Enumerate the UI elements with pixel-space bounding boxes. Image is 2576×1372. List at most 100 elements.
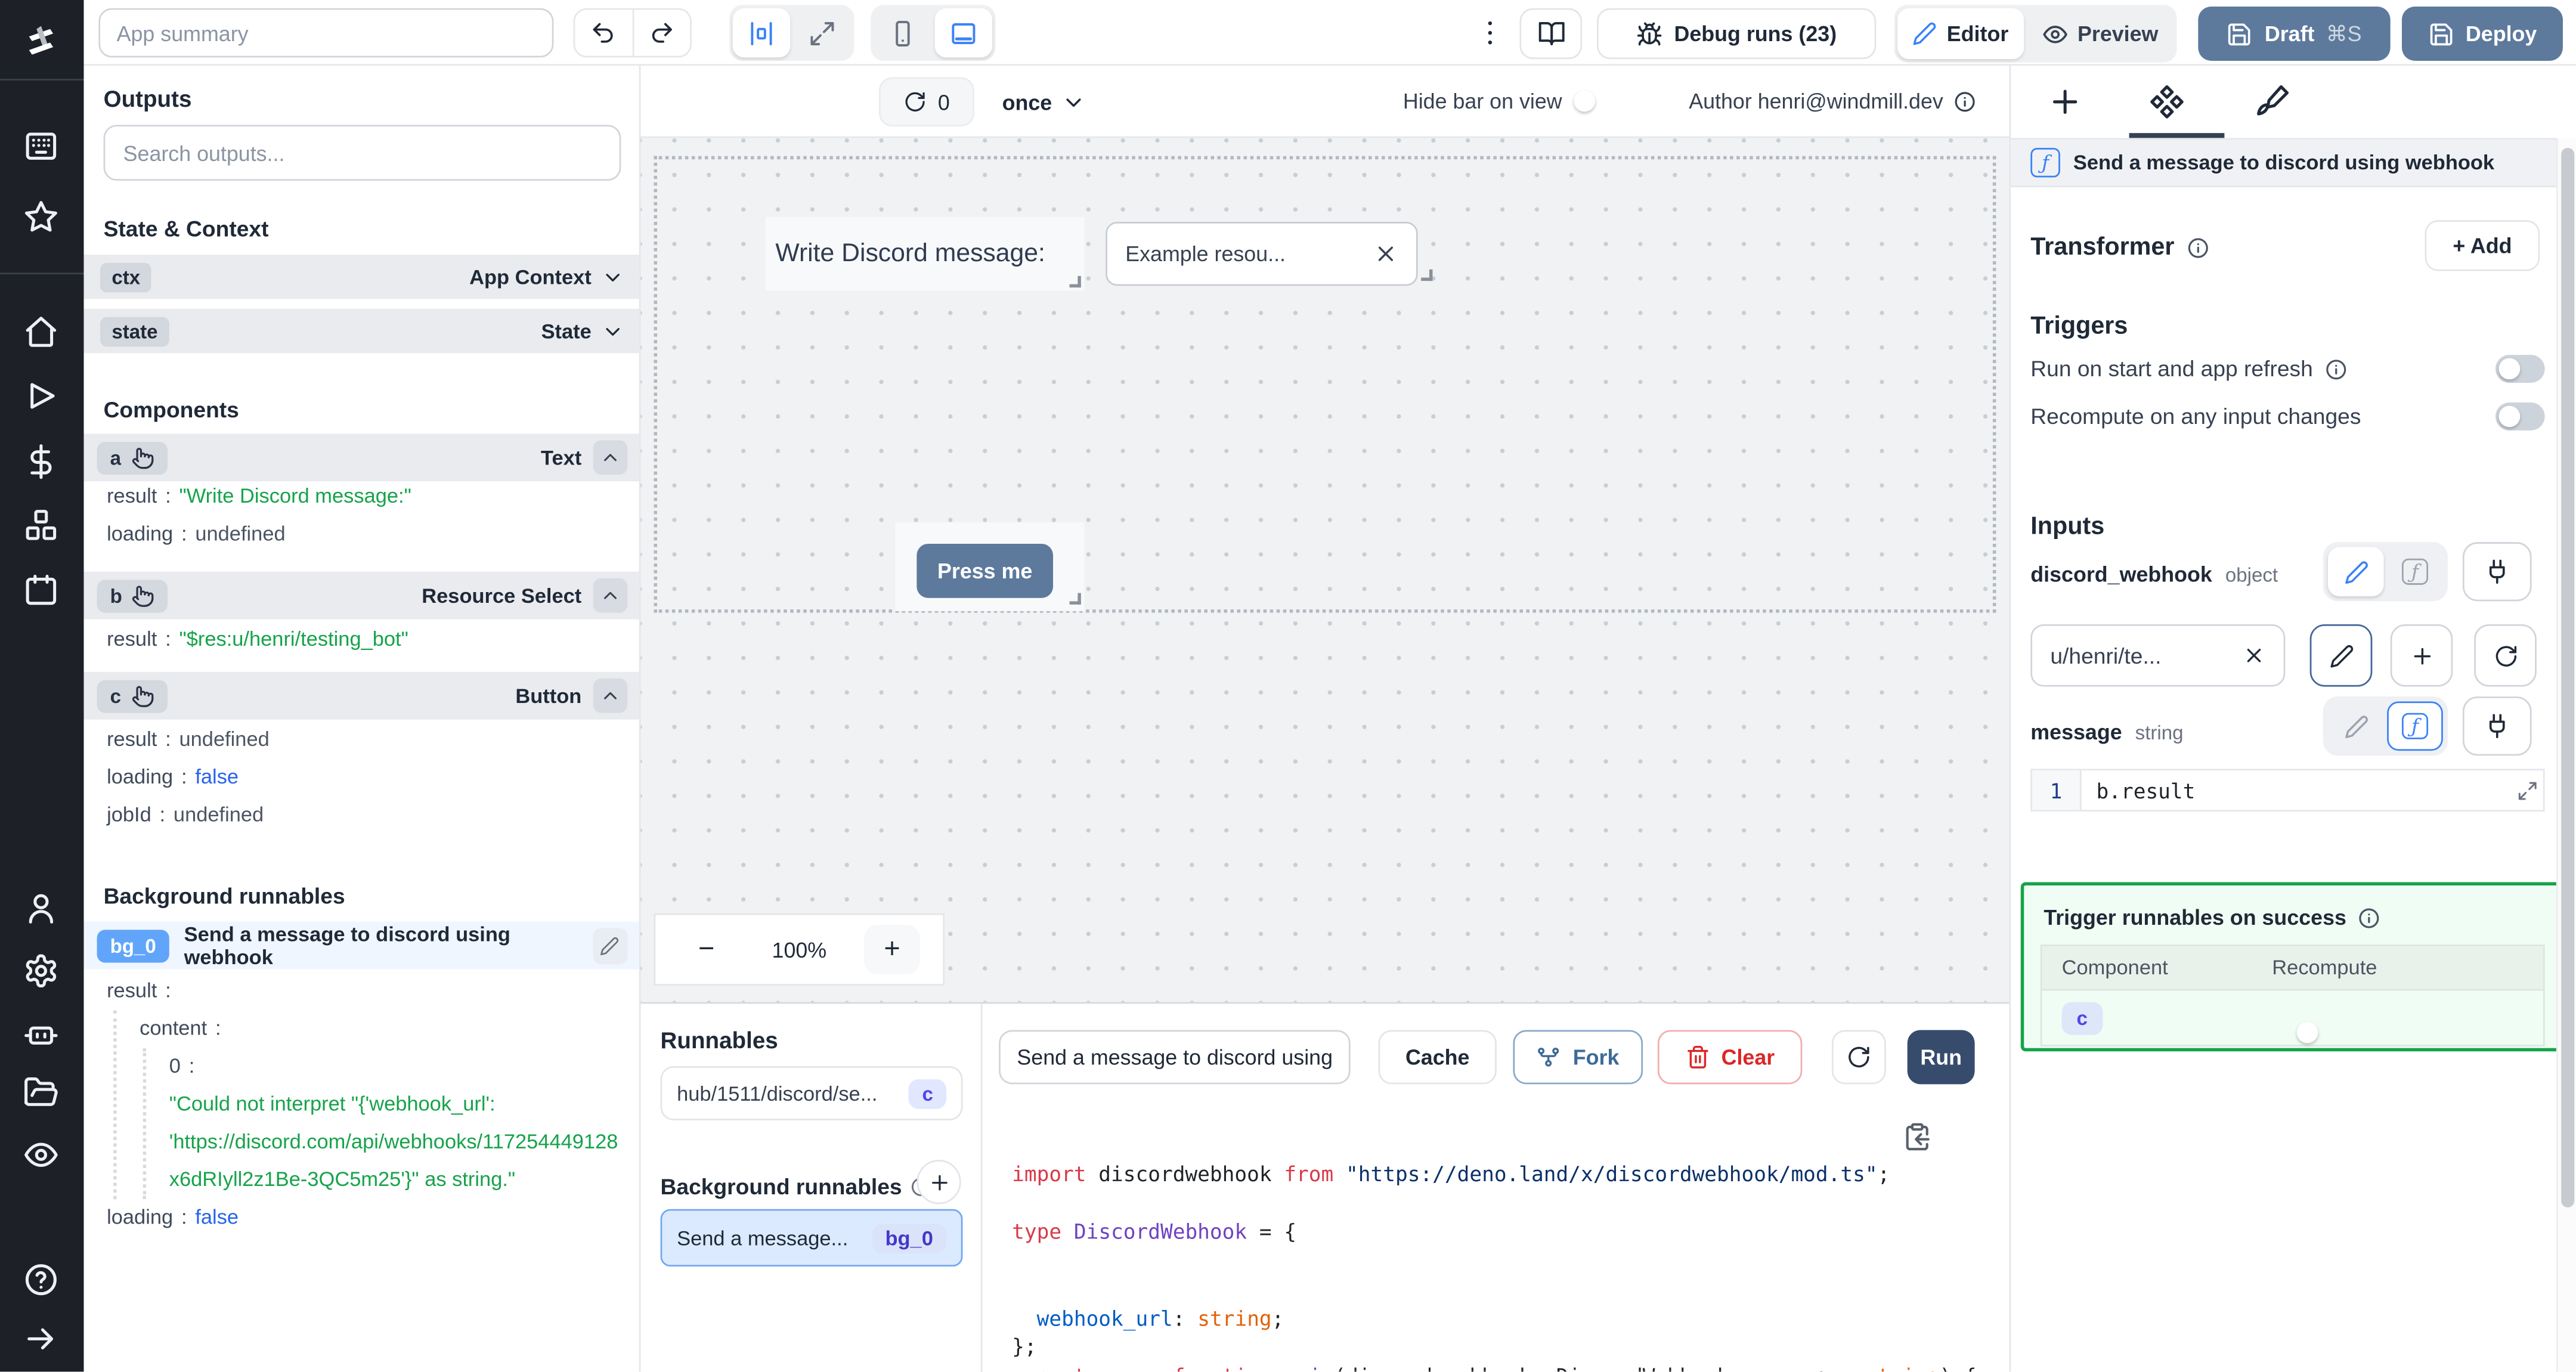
resources-boxes-icon[interactable]	[23, 507, 60, 544]
static-pencil-button[interactable]	[2328, 701, 2384, 751]
search-outputs-input[interactable]	[103, 125, 621, 181]
tab-preview[interactable]: Preview	[2027, 8, 2174, 59]
reload-code-button[interactable]	[1831, 1030, 1886, 1085]
plug-icon	[2484, 559, 2510, 585]
styling-brush-icon[interactable]	[2254, 84, 2290, 120]
collapse-button[interactable]	[593, 678, 628, 713]
more-menu-kebab-icon[interactable]	[1473, 15, 1506, 51]
canvas-text-component[interactable]: Write Discord message:	[765, 216, 1085, 291]
connect-plug-button[interactable]	[2462, 696, 2532, 756]
workers-robot-icon[interactable]	[23, 1015, 60, 1052]
resize-handle[interactable]	[1421, 269, 1433, 281]
copy-code-icon[interactable]	[1902, 1122, 1932, 1152]
debug-runs-button[interactable]: Debug runs (23)	[1596, 8, 1877, 60]
runnable-item[interactable]: hub/1511/discord/se... c	[660, 1066, 963, 1120]
eval-fn-button[interactable]: ƒ	[2387, 701, 2443, 751]
recompute-toggle[interactable]	[2495, 402, 2545, 431]
pointer-icon	[131, 684, 154, 707]
desktop-preview-button[interactable]	[934, 8, 993, 58]
favorites-star-icon[interactable]	[23, 199, 60, 235]
undo-button[interactable]	[575, 10, 631, 56]
user-icon[interactable]	[23, 890, 60, 927]
fullscreen-layout-button[interactable]	[794, 8, 851, 58]
clear-x-icon[interactable]	[1373, 241, 1398, 266]
schedules-calendar-icon[interactable]	[23, 572, 60, 608]
message-expression-editor[interactable]: 1 b.result	[2030, 769, 2545, 812]
refresh-count-button[interactable]: 0	[878, 77, 974, 127]
component-header-a[interactable]: a Text	[83, 433, 639, 482]
inspector-scrollbar[interactable]	[2556, 138, 2576, 1372]
background-runnables-heading: Background runnables	[661, 1175, 932, 1199]
chevron-down-icon	[601, 320, 624, 343]
resize-handle[interactable]	[1069, 275, 1081, 288]
bottom-panel: Runnables hub/1511/discord/se... c Backg…	[640, 1002, 2010, 1372]
refresh-resource-button[interactable]	[2474, 624, 2537, 687]
settings-gear-icon[interactable]	[23, 953, 60, 989]
code-editor-panel: Cache Fork Clear Run import discordwebho…	[983, 1004, 2010, 1372]
clear-resource-x-icon[interactable]	[2243, 644, 2266, 667]
deploy-button[interactable]: Deploy	[2401, 7, 2563, 61]
add-transformer-button[interactable]: + Add	[2425, 220, 2540, 271]
canvas-resource-select-component[interactable]: Example resou...	[1106, 221, 1433, 286]
eval-fn-button[interactable]: ƒ	[2387, 547, 2443, 596]
component-settings-icon[interactable]	[2149, 84, 2185, 120]
refresh-mode-dropdown[interactable]: once	[1002, 77, 1086, 126]
docs-book-button[interactable]	[1519, 8, 1583, 60]
app-summary-input[interactable]	[98, 8, 554, 58]
refresh-count: 0	[937, 89, 950, 114]
fork-button[interactable]: Fork	[1513, 1030, 1643, 1085]
run-button[interactable]: Run	[1907, 1030, 1975, 1085]
collapse-button[interactable]	[593, 578, 628, 613]
eye-icon	[2041, 20, 2067, 47]
component-header-c[interactable]: c Button	[83, 671, 639, 720]
resource-select[interactable]: u/henri/te...	[2030, 624, 2286, 687]
draft-save-button[interactable]: Draft ⌘S	[2198, 7, 2391, 61]
collapse-button[interactable]	[593, 440, 628, 475]
code-content[interactable]: import discordwebhook from "https://deno…	[1012, 1102, 2009, 1372]
zoom-in-button[interactable]: +	[864, 925, 920, 974]
clear-button[interactable]: Clear	[1657, 1030, 1803, 1085]
add-background-runnable-button[interactable]	[917, 1160, 961, 1204]
background-runnable-item-selected[interactable]: Send a message... bg_0	[660, 1209, 963, 1267]
canvas-press-me-button[interactable]: Press me	[917, 543, 1054, 598]
edit-pencil-icon[interactable]	[592, 927, 628, 964]
home-icon[interactable]	[23, 314, 60, 350]
connect-plug-button[interactable]	[2462, 542, 2532, 602]
fork-label: Fork	[1572, 1045, 1620, 1070]
mobile-preview-button[interactable]	[874, 8, 931, 58]
prop-line: result: "$res:u/henri/testing_bot"	[107, 627, 408, 651]
output-row-state[interactable]: state State	[83, 308, 639, 354]
resource-value: u/henri/te...	[2050, 643, 2162, 668]
cache-button[interactable]: Cache	[1378, 1030, 1497, 1085]
resize-handle[interactable]	[1069, 593, 1081, 605]
ctx-badge: ctx	[100, 262, 152, 292]
add-resource-button[interactable]	[2390, 624, 2453, 687]
expand-rail-arrow-icon[interactable]	[23, 1321, 60, 1357]
runnable-header[interactable]: ƒ Send a message to discord using webhoo…	[2011, 138, 2558, 188]
save-icon	[2428, 20, 2454, 47]
variables-dollar-icon[interactable]	[23, 444, 60, 480]
help-icon[interactable]	[23, 1262, 60, 1298]
redo-button[interactable]	[631, 10, 690, 56]
runs-play-icon[interactable]	[23, 378, 60, 414]
center-layout-button[interactable]	[732, 8, 791, 58]
trigger-run-on-start-row: Run on start and app refresh	[2030, 355, 2545, 383]
apps-icon[interactable]	[23, 128, 60, 165]
folders-icon[interactable]	[23, 1074, 60, 1111]
windmill-logo-icon[interactable]	[23, 23, 60, 60]
divider	[0, 79, 84, 80]
output-row-ctx[interactable]: ctx App Context	[83, 255, 639, 299]
insert-component-plus-icon[interactable]	[2047, 84, 2083, 120]
draft-shortcut: ⌘S	[2326, 20, 2362, 45]
script-name-input[interactable]	[999, 1030, 1351, 1085]
audit-eye-icon[interactable]	[23, 1137, 60, 1173]
component-header-b[interactable]: b Resource Select	[83, 571, 639, 620]
expand-editor-icon[interactable]	[2510, 770, 2543, 810]
static-pencil-button[interactable]	[2327, 547, 2384, 597]
run-on-start-toggle[interactable]	[2495, 355, 2545, 383]
zoom-out-button[interactable]: −	[679, 925, 735, 974]
background-runnable-header-bg0[interactable]: bg_0 Send a message to discord using web…	[83, 921, 639, 970]
tab-editor[interactable]: Editor	[1897, 8, 2024, 60]
app-canvas[interactable]: Write Discord message: Example resou... …	[640, 138, 2010, 1002]
edit-resource-pencil-button[interactable]	[2309, 624, 2373, 687]
